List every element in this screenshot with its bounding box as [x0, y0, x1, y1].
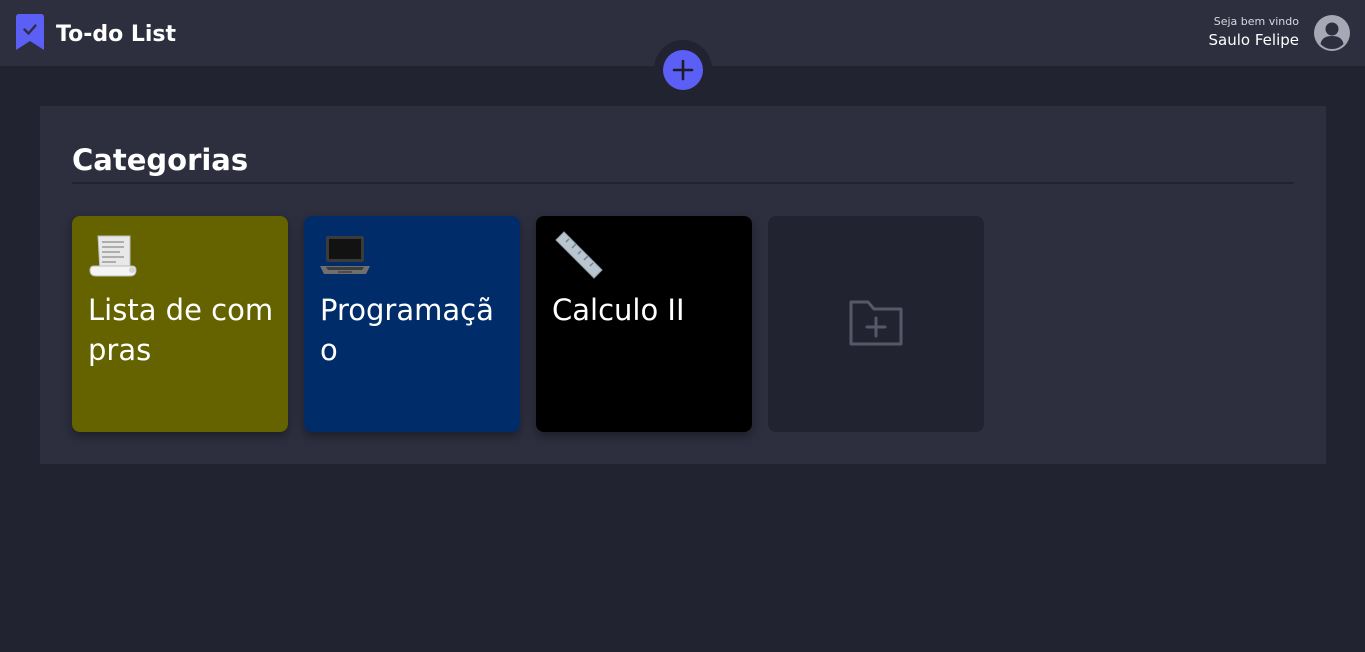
- folder-plus-icon: [849, 300, 903, 346]
- title-divider: [72, 182, 1294, 184]
- receipt-scroll-icon: [89, 235, 137, 277]
- category-label: Programação: [320, 293, 494, 367]
- category-card-calculo-ii[interactable]: Calculo II: [536, 216, 752, 432]
- add-task-button[interactable]: [663, 50, 703, 90]
- categories-panel: Categorias Lista de compras Programação …: [40, 106, 1326, 464]
- ruler-icon: [555, 231, 603, 279]
- category-label: Calculo II: [552, 293, 685, 327]
- user-avatar-icon[interactable]: [1314, 15, 1350, 51]
- page-title: Categorias: [72, 143, 249, 177]
- bookmark-check-icon[interactable]: [16, 14, 44, 50]
- plus-icon: [672, 59, 694, 81]
- welcome-text: Seja bem vindo: [1213, 15, 1299, 28]
- category-card-programacao[interactable]: Programação: [304, 216, 520, 432]
- category-card-lista-de-compras[interactable]: Lista de compras: [72, 216, 288, 432]
- new-category-card[interactable]: [768, 216, 984, 432]
- laptop-icon: [320, 236, 370, 274]
- category-label: Lista de compras: [88, 293, 274, 367]
- user-name: Saulo Felipe: [1208, 31, 1299, 49]
- app-title[interactable]: To-do List: [56, 20, 176, 50]
- user-greeting: Seja bem vindo Saulo Felipe: [1209, 14, 1299, 50]
